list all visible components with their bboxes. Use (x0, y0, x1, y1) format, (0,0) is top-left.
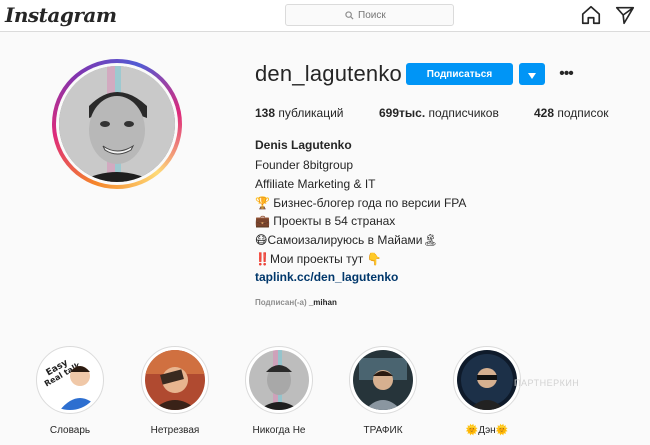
highlight-label: Словарь (49, 425, 91, 436)
profile-full-name: Denis Lagutenko (255, 138, 352, 152)
highlight-nikogda-ne[interactable]: Никогда Не (244, 346, 314, 436)
highlight-slovar[interactable]: Easy Real talk Словарь (35, 346, 105, 436)
highlight-label: Нетрезвая (150, 425, 200, 436)
search-box[interactable] (285, 4, 454, 26)
direct-message-icon[interactable] (614, 4, 636, 26)
highlight-cover: Easy Real talk (40, 350, 100, 410)
highlight-netrezvaya[interactable]: Нетрезвая (140, 346, 210, 436)
avatar-face-icon (59, 66, 175, 182)
following-count[interactable]: 428 подписок (534, 106, 609, 120)
more-options-button[interactable]: ••• (555, 63, 577, 85)
search-input[interactable] (358, 9, 394, 21)
highlight-photo-icon (249, 350, 309, 410)
posts-count: 138 публикаций (255, 106, 344, 120)
profile-username: den_lagutenko (255, 61, 402, 86)
highlight-sticker-icon: Easy Real talk (40, 350, 100, 410)
highlight-cover (249, 350, 309, 410)
highlight-cover (145, 350, 205, 410)
bio-line: 🏆 Бизнес-блогер года по версии FPA (255, 196, 467, 210)
highlight-label: ТРАФИК (363, 425, 403, 436)
highlight-trafik[interactable]: ТРАФИК (348, 346, 418, 436)
watermark: ПАРТНЕРКИН (514, 378, 580, 388)
highlight-photo-icon (145, 350, 205, 410)
home-icon[interactable] (580, 4, 602, 26)
highlight-photo-icon (457, 350, 517, 410)
followers-count[interactable]: 699тыс. подписчиков (379, 106, 499, 120)
bio-line: 💼 Проекты в 54 странах (255, 214, 396, 228)
highlight-cover (353, 350, 413, 410)
bio-line: ‼️Мои проекты тут 👇 (255, 252, 382, 266)
bio-website-link[interactable]: taplink.cc/den_lagutenko (255, 270, 398, 284)
bio-line: Founder 8bitgroup (255, 158, 354, 172)
highlight-label: Никогда Не (252, 425, 306, 436)
instagram-logo[interactable]: Instagram (5, 3, 117, 27)
caret-down-icon (528, 72, 536, 79)
highlight-cover (457, 350, 517, 410)
profile-avatar (59, 66, 175, 182)
follow-button[interactable]: Подписаться (406, 63, 513, 85)
profile-avatar-story-ring[interactable] (52, 59, 182, 189)
top-nav-bar: Instagram (0, 0, 650, 32)
search-icon (345, 10, 354, 20)
highlight-photo-icon (353, 350, 413, 410)
bio-line: 😷Самоизалируюсь в Майами🏝 (255, 233, 438, 247)
suggested-accounts-dropdown-button[interactable] (519, 63, 545, 85)
followed-by-text[interactable]: Подписан(-а) _mihan (255, 298, 337, 307)
highlight-label: 🌞Дэн🌞 (465, 425, 509, 436)
bio-line: Affiliate Marketing & IT (255, 177, 376, 191)
highlight-den[interactable]: 🌞Дэн🌞 (452, 346, 522, 436)
